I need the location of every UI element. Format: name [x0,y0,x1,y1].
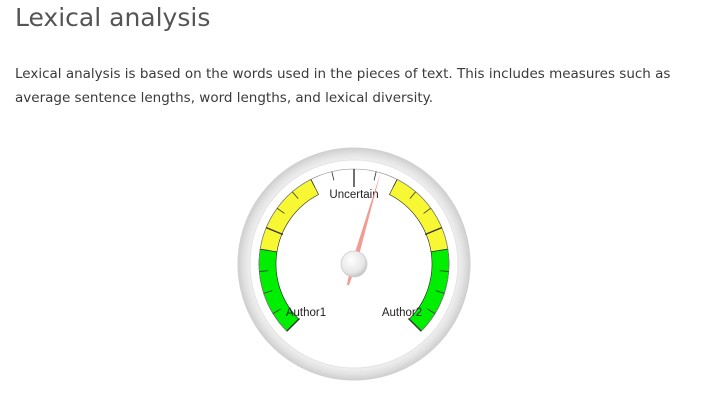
gauge-label-uncertain: Uncertain [329,189,378,201]
gauge-label-author1: Author1 [286,307,326,319]
gauge-svg: Uncertain Author1 Author2 [237,147,471,381]
page-title: Lexical analysis [15,3,211,32]
page-description: Lexical analysis is based on the words u… [15,66,671,106]
gauge-hub [340,250,368,278]
gauge-label-author2: Author2 [382,307,422,319]
lexical-gauge: Uncertain Author1 Author2 [236,146,472,382]
